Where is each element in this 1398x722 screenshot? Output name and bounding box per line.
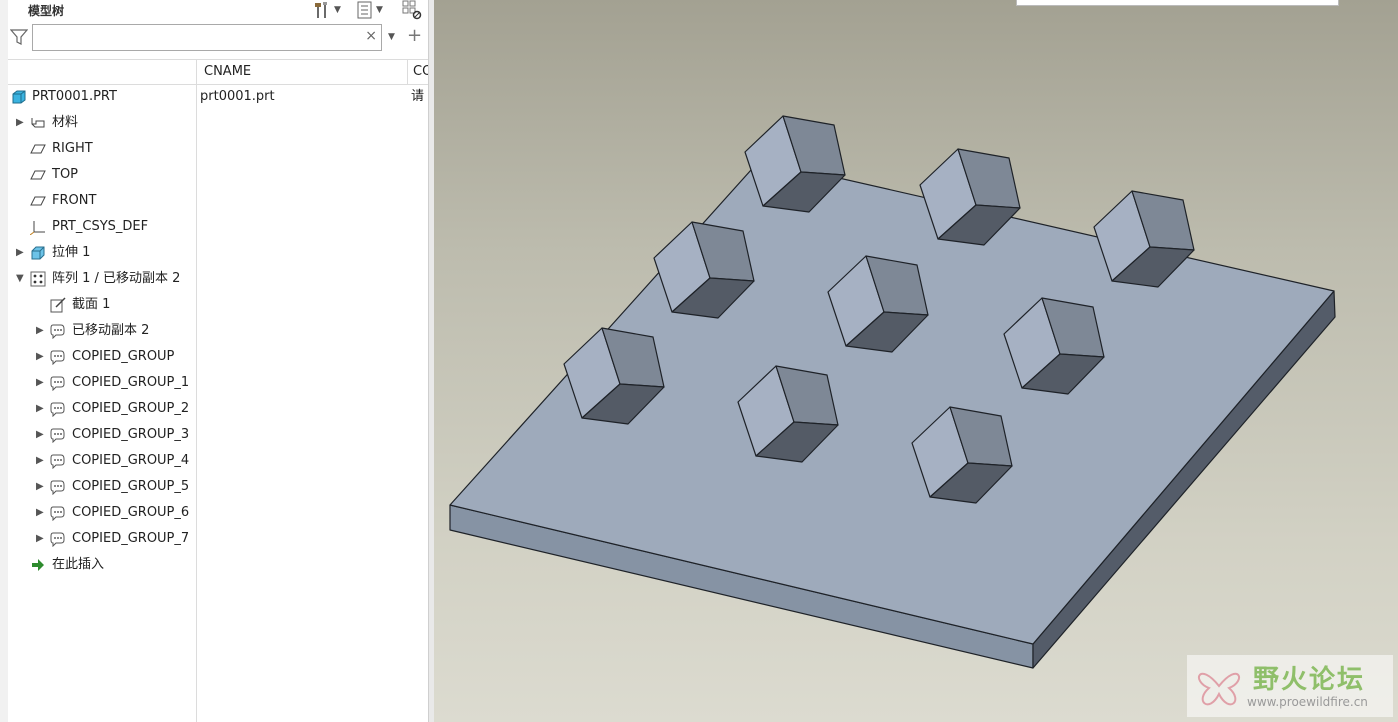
tree-item-pattern[interactable]: ▼ 阵列 1 / 已移动副本 2: [8, 266, 428, 292]
tree-item-label: COPIED_GROUP_4: [72, 453, 190, 468]
model-view: [449, 115, 1336, 669]
tree-item-label: COPIED_GROUP_5: [72, 479, 190, 494]
insert-here-icon: [32, 559, 44, 571]
group-icon: [50, 324, 65, 339]
clear-icon[interactable]: ×: [365, 28, 377, 44]
list-icon: [357, 1, 372, 19]
datum-plane-icon: [30, 196, 46, 206]
column-third-header[interactable]: CO: [413, 60, 428, 84]
group-icon: [50, 402, 65, 417]
chevron-down-icon: ▼: [376, 5, 383, 15]
tree-item-label: 拉伸 1: [52, 245, 91, 260]
tree-item-extrude[interactable]: ▶ 拉伸 1: [8, 240, 428, 266]
graphics-viewport[interactable]: 野火论坛 www.proewildfire.cn: [429, 0, 1398, 722]
tree-item-cname: prt0001.prt: [200, 89, 275, 104]
panel-edge: [0, 0, 8, 722]
collapse-icon[interactable]: ▼: [16, 266, 24, 292]
group-icon: [50, 428, 65, 443]
tree-item-group[interactable]: ▶ COPIED_GROUP_7: [8, 526, 428, 552]
tree-filter-view-button[interactable]: [402, 0, 422, 20]
watermark-url: www.proewildfire.cn: [1247, 695, 1368, 709]
datum-plane-icon: [30, 144, 46, 154]
expand-icon[interactable]: ▶: [36, 526, 44, 552]
expand-icon[interactable]: ▶: [36, 370, 44, 396]
watermark-title: 野火论坛: [1253, 665, 1366, 695]
pattern-icon: [30, 271, 46, 287]
tree-item-group[interactable]: ▶ COPIED_GROUP_4: [8, 448, 428, 474]
tree-item-material[interactable]: ▶ 材料: [8, 110, 428, 136]
butterfly-icon: [1198, 672, 1240, 706]
tree-item-label: PRT_CSYS_DEF: [52, 219, 149, 234]
expand-icon[interactable]: ▶: [36, 396, 44, 422]
tree-item-label: 截面 1: [72, 297, 111, 312]
tree-item-label: COPIED_GROUP_6: [72, 505, 190, 520]
tree-item-group[interactable]: ▶ 已移动副本 2: [8, 318, 428, 344]
column-divider[interactable]: [407, 60, 408, 84]
column-cname-header[interactable]: CNAME: [204, 60, 251, 84]
tree-item-label: COPIED_GROUP_2: [72, 401, 190, 416]
tree-item-label: 已移动副本 2: [72, 323, 150, 338]
search-input[interactable]: [37, 28, 361, 49]
group-icon: [50, 532, 65, 547]
tree-item-group[interactable]: ▶ COPIED_GROUP_2: [8, 396, 428, 422]
show-options-button[interactable]: ▼: [357, 0, 383, 20]
tree-item-label: 材料: [52, 115, 79, 130]
tree-item-label: COPIED_GROUP_7: [72, 531, 190, 546]
tree-item-group[interactable]: ▶ COPIED_GROUP_6: [8, 500, 428, 526]
chevron-down-icon: ▼: [334, 5, 341, 15]
expand-icon[interactable]: ▶: [36, 344, 44, 370]
tree-item-group[interactable]: ▶ COPIED_GROUP: [8, 344, 428, 370]
panel-title: 模型树: [28, 4, 65, 18]
tree-item-label: COPIED_GROUP_3: [72, 427, 190, 442]
group-icon: [50, 454, 65, 469]
tree-item-label: 阵列 1 / 已移动副本 2: [52, 271, 181, 286]
expand-icon[interactable]: ▶: [36, 474, 44, 500]
tree-item-label: FRONT: [52, 193, 97, 208]
tools-icon: [315, 2, 327, 18]
expand-icon[interactable]: ▶: [16, 110, 24, 136]
search-box: ×: [32, 24, 382, 51]
tree-view-icon: [402, 0, 422, 20]
group-icon: [50, 376, 65, 391]
tree-item-sketch[interactable]: 截面 1: [8, 292, 428, 318]
add-column-icon[interactable]: +: [407, 26, 422, 46]
expand-icon[interactable]: ▶: [36, 448, 44, 474]
sketch-icon: [50, 297, 66, 313]
tree-item-column-value: 请: [411, 89, 425, 104]
search-dropdown-icon[interactable]: ▼: [388, 32, 395, 42]
settings-tools-button[interactable]: ▼: [313, 0, 341, 20]
filter-icon[interactable]: [10, 28, 28, 46]
tree-item-top[interactable]: TOP: [8, 162, 428, 188]
expand-icon[interactable]: ▶: [36, 318, 44, 344]
tree-item-root[interactable]: PRT0001.PRT prt0001.prt 请: [8, 84, 428, 110]
tree-item-group[interactable]: ▶ COPIED_GROUP_3: [8, 422, 428, 448]
tree-item-group[interactable]: ▶ COPIED_GROUP_1: [8, 370, 428, 396]
tree-item-label: TOP: [52, 167, 79, 182]
tree-item-front[interactable]: FRONT: [8, 188, 428, 214]
tree-item-group[interactable]: ▶ COPIED_GROUP_5: [8, 474, 428, 500]
expand-icon[interactable]: ▶: [16, 240, 24, 266]
material-icon: [31, 118, 45, 128]
watermark-logo: 野火论坛 www.proewildfire.cn: [1187, 655, 1393, 717]
expand-icon[interactable]: ▶: [36, 500, 44, 526]
tree-item-label: PRT0001.PRT: [32, 89, 117, 104]
extrude-icon: [31, 246, 45, 260]
tree-item-csys[interactable]: PRT_CSYS_DEF: [8, 214, 428, 240]
column-divider[interactable]: [196, 60, 197, 84]
group-icon: [50, 506, 65, 521]
tree-item-label: 在此插入: [52, 557, 105, 572]
csys-icon: [30, 221, 45, 235]
group-icon: [50, 350, 65, 365]
model-tree-panel: 模型树 ▼ ▼ × ▼ + CNAME C PRT0001.PRT prt000…: [0, 0, 429, 722]
group-icon: [50, 480, 65, 495]
tree-item-label: COPIED_GROUP_1: [72, 375, 190, 390]
tree-item-label: RIGHT: [52, 141, 93, 156]
tree-item-insert-here[interactable]: 在此插入: [8, 552, 428, 578]
expand-icon[interactable]: ▶: [36, 422, 44, 448]
datum-plane-icon: [30, 170, 46, 180]
column-header: CNAME CO: [8, 59, 428, 85]
tree-item-right[interactable]: RIGHT: [8, 136, 428, 162]
tree-item-label: COPIED_GROUP: [72, 349, 175, 364]
part-icon: [12, 90, 26, 104]
